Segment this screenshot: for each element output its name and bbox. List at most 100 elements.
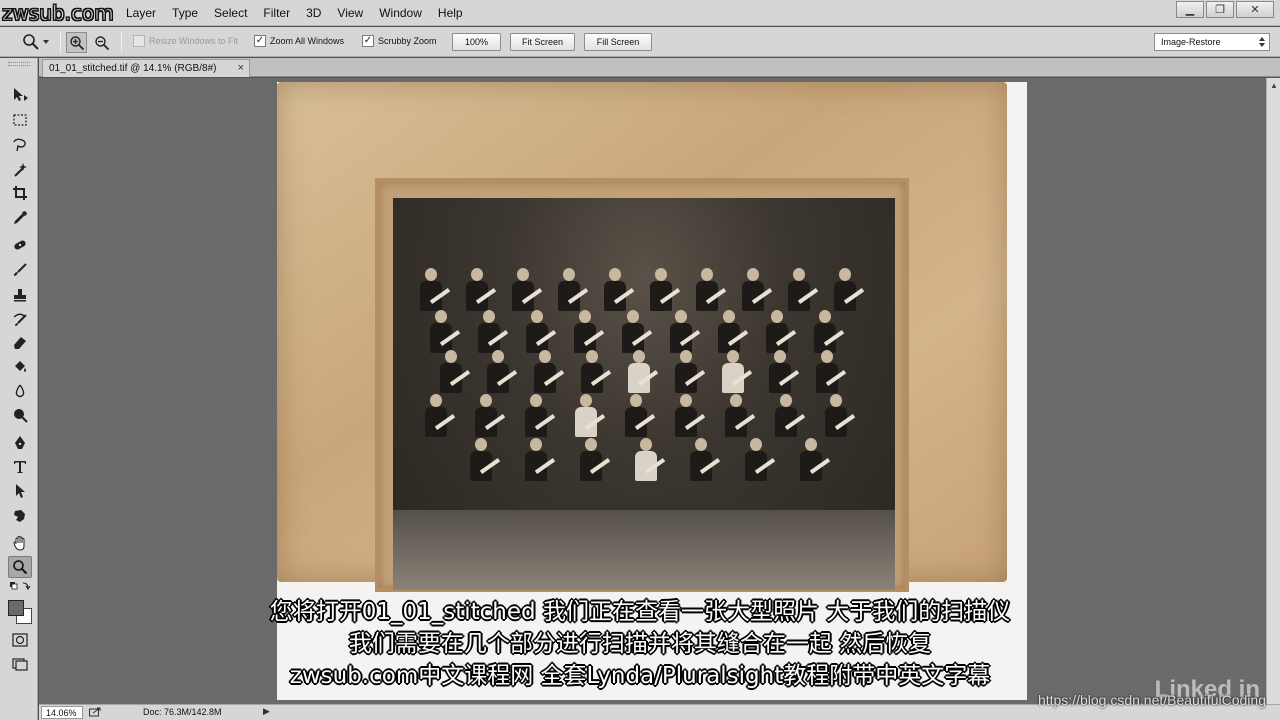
checkbox-checked: ✓ — [362, 35, 374, 47]
move-tool[interactable] — [8, 84, 32, 106]
zoom-tool[interactable] — [8, 556, 32, 578]
updown-arrow-icon — [1259, 37, 1265, 47]
scrubby-zoom-checkbox[interactable]: ✓ Scrubby Zoom — [362, 35, 437, 47]
paint-bucket-tool[interactable] — [8, 356, 32, 378]
zoom-out-button[interactable] — [91, 32, 112, 53]
hand-icon — [13, 535, 25, 551]
checkbox-checked: ✓ — [254, 35, 266, 47]
clone-stamp-tool[interactable] — [8, 284, 32, 306]
quick-mask-icon — [12, 633, 28, 647]
workspace-select[interactable]: Image-Restore — [1154, 33, 1270, 51]
photo-mat — [375, 178, 909, 592]
menu-items: Layer Type Select Filter 3D View Window … — [118, 0, 471, 26]
type-icon — [14, 461, 26, 473]
bandage-icon — [14, 240, 26, 250]
custom-shape-icon — [14, 510, 25, 522]
menu-layer[interactable]: Layer — [118, 0, 164, 26]
fit-screen-button[interactable]: Fit Screen — [510, 33, 575, 51]
share-icon[interactable] — [89, 707, 101, 717]
tab-close-icon[interactable]: × — [238, 62, 244, 74]
panel-grip[interactable] — [8, 62, 30, 66]
minimize-button[interactable]: ▁ — [1176, 1, 1204, 18]
dodge-icon — [14, 409, 28, 423]
menu-select[interactable]: Select — [206, 0, 255, 26]
screen-mode-icon — [12, 658, 28, 671]
scrubby-zoom-label: Scrubby Zoom — [378, 36, 437, 46]
eyedropper-tool[interactable] — [8, 207, 32, 229]
paint-bucket-icon — [15, 361, 26, 372]
menu-view[interactable]: View — [329, 0, 371, 26]
quick-mask-button[interactable] — [8, 629, 32, 651]
path-selection-tool[interactable] — [8, 480, 32, 502]
quick-select-tool[interactable] — [8, 159, 32, 181]
drop-icon — [15, 384, 25, 398]
crop-tool[interactable] — [8, 182, 32, 204]
menu-type[interactable]: Type — [164, 0, 206, 26]
canvas-area[interactable] — [39, 78, 1266, 704]
zoom-out-icon — [94, 35, 109, 50]
history-brush-tool[interactable] — [8, 308, 32, 330]
tools-panel — [0, 58, 38, 720]
document-tab[interactable]: 01_01_stitched.tif @ 14.1% (RGB/8#) × — [42, 59, 250, 77]
blur-tool[interactable] — [8, 380, 32, 402]
zoom-100-button[interactable]: 100% — [452, 33, 501, 51]
zoom-level-field[interactable]: 14.06% — [41, 706, 83, 719]
menu-bar: zwsub.com Layer Type Select Filter 3D Vi… — [0, 0, 1280, 26]
document-size-info: Doc: 76.3M/142.8M — [143, 707, 222, 717]
stamp-icon — [14, 289, 26, 302]
eraser-tool[interactable] — [8, 331, 32, 353]
brush-tool[interactable] — [8, 259, 32, 281]
photoshop-window: zwsub.com Layer Type Select Filter 3D Vi… — [0, 0, 1280, 720]
fill-screen-button[interactable]: Fill Screen — [584, 33, 652, 51]
healing-brush-tool[interactable] — [8, 234, 32, 256]
menu-filter[interactable]: Filter — [255, 0, 298, 26]
class-photo — [393, 198, 895, 590]
menu-window[interactable]: Window — [371, 0, 430, 26]
csdn-watermark: https://blog.csdn.net/BeautifulCoding — [1037, 692, 1266, 708]
default-colors-toggle[interactable] — [8, 580, 32, 594]
pen-tool[interactable] — [8, 432, 32, 454]
history-brush-icon — [13, 313, 27, 326]
brush-icon — [14, 263, 27, 276]
crop-icon — [13, 186, 27, 200]
marquee-icon — [13, 114, 27, 126]
watermark-text: zwsub.com — [2, 1, 115, 26]
zoom-in-icon — [69, 35, 84, 50]
menu-help[interactable]: Help — [430, 0, 471, 26]
dodge-tool[interactable] — [8, 404, 32, 426]
vertical-scrollbar[interactable]: ▲ — [1266, 78, 1280, 704]
screen-mode-button[interactable] — [8, 653, 32, 675]
zoom-all-windows-label: Zoom All Windows — [270, 36, 345, 46]
resize-windows-checkbox[interactable]: Resize Windows to Fit — [133, 35, 238, 47]
type-tool[interactable] — [8, 456, 32, 478]
lasso-tool[interactable] — [8, 134, 32, 156]
lasso-icon — [13, 138, 26, 152]
document-image — [277, 82, 1027, 700]
hand-tool[interactable] — [8, 532, 32, 554]
restore-button[interactable]: ❐ — [1206, 1, 1234, 18]
scroll-up-arrow[interactable]: ▲ — [1267, 78, 1280, 92]
status-menu-arrow[interactable]: ▶ — [263, 706, 270, 717]
close-button[interactable]: ✕ — [1236, 1, 1274, 18]
zoom-tool-icon — [13, 560, 28, 575]
options-bar: Resize Windows to Fit ✓ Zoom All Windows… — [0, 27, 1280, 57]
chevron-down-icon — [43, 40, 49, 44]
marquee-tool[interactable] — [8, 109, 32, 131]
move-icon — [14, 88, 28, 101]
checkbox-box — [133, 35, 145, 47]
shape-tool[interactable] — [8, 505, 32, 527]
photo-floor — [393, 510, 895, 590]
photo-mount — [277, 82, 1007, 592]
workspace-select-value: Image-Restore — [1161, 37, 1221, 47]
window-controls: ▁ ❐ ✕ — [1176, 1, 1274, 18]
tool-preset-picker[interactable] — [22, 33, 56, 51]
foreground-color-swatch[interactable] — [8, 600, 24, 616]
document-tab-title: 01_01_stitched.tif @ 14.1% (RGB/8#) — [49, 63, 217, 74]
zoom-tool-icon — [23, 34, 39, 50]
document-tab-bar: 01_01_stitched.tif @ 14.1% (RGB/8#) × — [39, 58, 1280, 77]
menu-3d[interactable]: 3D — [298, 0, 329, 26]
zoom-in-button[interactable] — [66, 32, 87, 53]
zoom-all-windows-checkbox[interactable]: ✓ Zoom All Windows — [254, 35, 344, 47]
separator — [60, 32, 61, 52]
color-swatches[interactable] — [6, 598, 36, 626]
